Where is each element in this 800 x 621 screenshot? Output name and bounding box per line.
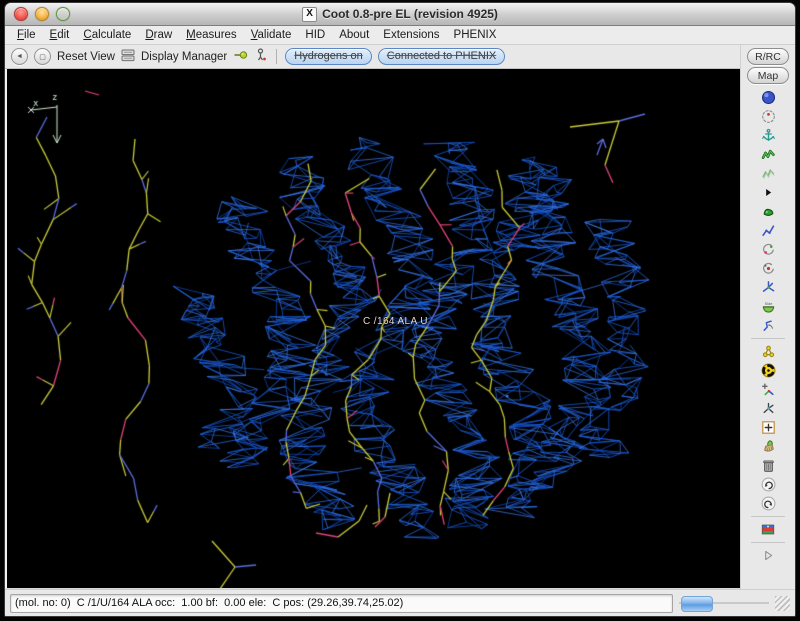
key-toggle-icon[interactable] <box>233 48 248 65</box>
delete-item-icon[interactable] <box>756 456 780 475</box>
toolbar-separator <box>276 49 277 64</box>
rrc-button[interactable]: R/RC <box>747 48 789 65</box>
phenix-connection-button[interactable]: Connected to PHENIX <box>378 48 505 65</box>
atom-figure-icon[interactable] <box>254 48 268 65</box>
expand-toolbar-icon[interactable] <box>756 546 780 565</box>
menu-measures[interactable]: Measures <box>179 28 244 42</box>
clear-picks-icon[interactable] <box>756 437 780 456</box>
traffic-lights <box>14 3 70 25</box>
menu-calculate[interactable]: Calculate <box>76 28 138 42</box>
sphere-icon[interactable] <box>756 88 780 107</box>
flip-sidechain-icon[interactable]: Side <box>756 297 780 316</box>
menu-about[interactable]: About <box>332 28 376 42</box>
redo-icon[interactable] <box>756 494 780 513</box>
title-bar[interactable]: X Coot 0.8-pre EL (revision 4925) <box>5 3 795 26</box>
display-manager-icon <box>121 49 135 65</box>
window-title: X Coot 0.8-pre EL (revision 4925) <box>302 7 498 22</box>
hydrogens-toggle-button[interactable]: Hydrogens on <box>285 48 372 65</box>
atom-status-text: (mol. no: 0) C /1/U/164 ALA occ: 1.00 bf… <box>10 594 673 613</box>
menu-validate[interactable]: Validate <box>244 28 299 42</box>
rotamer-select-icon[interactable] <box>756 259 780 278</box>
auto-fit-rotamer-icon[interactable] <box>756 240 780 259</box>
resize-grip[interactable] <box>775 596 790 611</box>
flip-peptide-icon[interactable] <box>756 316 780 335</box>
modelling-icon-stack: Side <box>751 88 785 565</box>
mutate-icon[interactable] <box>756 361 780 380</box>
add-alt-conf-icon[interactable] <box>756 380 780 399</box>
place-atom-icon[interactable] <box>756 399 780 418</box>
horizontal-scrollbar[interactable] <box>679 595 769 611</box>
toolbar-round-arrow-button[interactable]: ◄ <box>11 48 28 65</box>
main-toolbar: ◄ ▢ Reset View Display Manager <box>5 45 740 69</box>
rotate-translate-icon[interactable] <box>756 221 780 240</box>
toolbar-separator <box>751 542 785 543</box>
menu-phenix[interactable]: PHENIX <box>447 28 504 42</box>
idle-clock-icon[interactable] <box>756 107 780 126</box>
menu-draw[interactable]: Draw <box>138 28 179 42</box>
menu-file[interactable]: File <box>10 28 43 42</box>
minimize-button[interactable] <box>35 7 49 21</box>
regularize-zone-icon[interactable] <box>756 164 780 183</box>
molecule-scene-canvas[interactable] <box>7 69 740 588</box>
edit-chi-angles-icon[interactable] <box>756 278 780 297</box>
x11-window-icon: X <box>302 7 317 22</box>
rigid-body-fit-icon[interactable] <box>756 202 780 221</box>
scrollbar-thumb[interactable] <box>681 596 713 612</box>
map-button[interactable]: Map <box>747 67 789 84</box>
run-refmac-icon[interactable] <box>756 520 780 539</box>
toolbar-round-square-button[interactable]: ▢ <box>34 48 51 65</box>
display-manager-button[interactable]: Display Manager <box>141 51 227 63</box>
window-title-text: Coot 0.8-pre EL (revision 4925) <box>322 7 498 21</box>
add-terminal-residue-icon[interactable] <box>756 342 780 361</box>
real-space-refine-icon[interactable] <box>756 145 780 164</box>
undo-icon[interactable] <box>756 475 780 494</box>
anchor-icon[interactable] <box>756 126 780 145</box>
close-button[interactable] <box>14 7 28 21</box>
app-window: X Coot 0.8-pre EL (revision 4925) FileEd… <box>4 2 796 617</box>
reset-view-button[interactable]: Reset View <box>57 51 115 63</box>
pointer-atom-icon[interactable] <box>756 418 780 437</box>
toolbar-separator <box>751 338 785 339</box>
menu-extensions[interactable]: Extensions <box>376 28 446 42</box>
toolbar-separator <box>751 516 785 517</box>
menu-bar: FileEditCalculateDrawMeasuresValidateHID… <box>5 26 795 45</box>
menu-hid[interactable]: HID <box>298 28 332 42</box>
zoom-button[interactable] <box>56 7 70 21</box>
more-tools-arrow-icon[interactable] <box>756 183 780 202</box>
svg-text:Side: Side <box>764 302 772 306</box>
menu-edit[interactable]: Edit <box>43 28 77 42</box>
right-toolbar: R/RC Map Side <box>740 45 795 589</box>
3d-viewport[interactable]: C /164 ALA U <box>5 69 740 589</box>
status-bar: (mol. no: 0) C /1/U/164 ALA occ: 1.00 bf… <box>5 589 795 616</box>
